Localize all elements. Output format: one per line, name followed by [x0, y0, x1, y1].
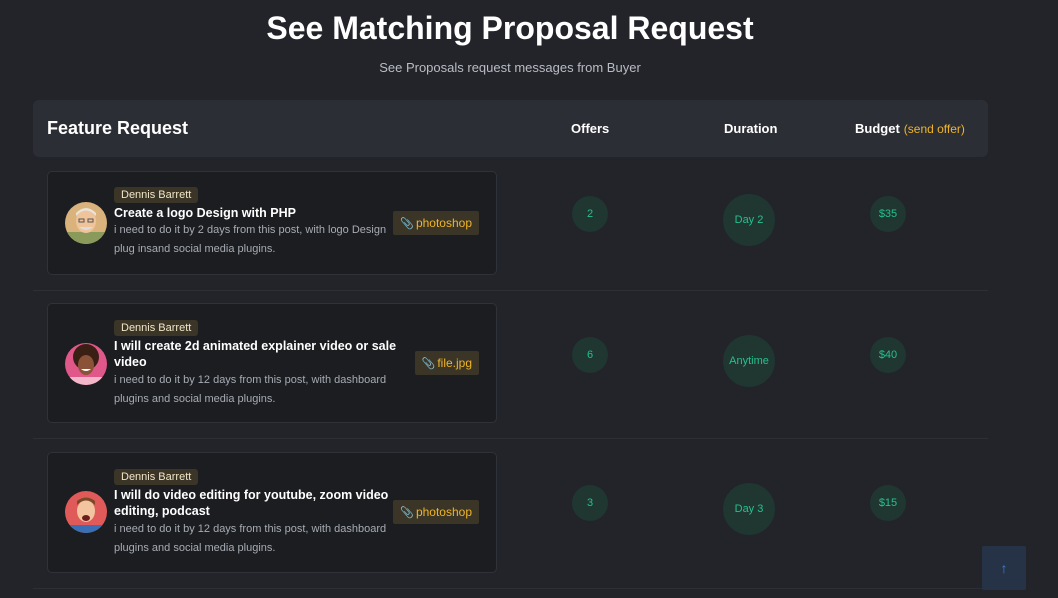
duration-badge: Day 2 [723, 194, 775, 246]
column-header-duration: Duration [724, 121, 778, 136]
request-card[interactable]: Dennis Barrett I will create 2d animated… [47, 303, 497, 423]
budget-label: Budget [855, 121, 900, 136]
table-row: Dennis Barrett I will do video editing f… [33, 438, 988, 589]
avatar [65, 343, 107, 385]
column-header-budget: Budget (send offer) [855, 100, 965, 157]
budget-badge: $35 [870, 196, 906, 232]
paperclip-icon: 📎 [421, 358, 436, 370]
offers-count: 6 [572, 337, 608, 373]
attachment-name: photoshop [415, 216, 472, 230]
request-description: i need to do it by 2 days from this post… [114, 224, 387, 255]
column-header-feature: Feature Request [47, 118, 189, 138]
offers-count: 2 [572, 196, 608, 232]
buyer-name-badge: Dennis Barrett [114, 469, 199, 485]
page-title: See Matching Proposal Request [266, 10, 754, 46]
request-title[interactable]: Create a logo Design with PHP [114, 205, 404, 221]
avatar [65, 491, 107, 533]
column-header-offers: Offers [571, 121, 610, 136]
budget-badge: $15 [870, 485, 906, 521]
request-description: i need to do it by 12 days from this pos… [114, 523, 387, 554]
buyer-name-badge: Dennis Barrett [114, 320, 199, 336]
request-title[interactable]: I will create 2d animated explainer vide… [114, 338, 404, 370]
page-subtitle: See Proposals request messages from Buye… [379, 60, 641, 75]
duration-badge: Anytime [723, 335, 775, 387]
request-title[interactable]: I will do video editing for youtube, zoo… [114, 487, 404, 519]
page: See Matching Proposal Request See Propos… [0, 0, 1058, 598]
attachment-badge[interactable]: 📎 photoshop [393, 211, 479, 235]
paperclip-icon: 📎 [400, 507, 414, 519]
arrow-up-icon: ↑ [1000, 560, 1008, 576]
table-row: Dennis Barrett Create a logo Design with… [33, 157, 988, 291]
request-card[interactable]: Dennis Barrett Create a logo Design with… [47, 171, 497, 275]
duration-badge: Day 3 [723, 483, 775, 535]
request-description: i need to do it by 12 days from this pos… [114, 374, 387, 405]
table-header: Feature Request Offers Duration Budget (s… [33, 100, 988, 157]
buyer-name-badge: Dennis Barrett [114, 187, 199, 203]
attachment-badge[interactable]: 📎 file.jpg [414, 351, 479, 375]
scroll-to-top-button[interactable]: ↑ [982, 546, 1026, 590]
attachment-badge[interactable]: 📎 photoshop [393, 500, 479, 524]
avatar [65, 202, 107, 244]
offers-count: 3 [572, 485, 608, 521]
request-card[interactable]: Dennis Barrett I will do video editing f… [47, 452, 497, 573]
attachment-name: photoshop [415, 505, 472, 519]
send-offer-link[interactable]: (send offer) [904, 122, 965, 136]
budget-badge: $40 [870, 337, 906, 373]
paperclip-icon: 📎 [400, 218, 414, 230]
table-row: Dennis Barrett I will create 2d animated… [33, 290, 988, 439]
attachment-name: file.jpg [437, 356, 472, 370]
